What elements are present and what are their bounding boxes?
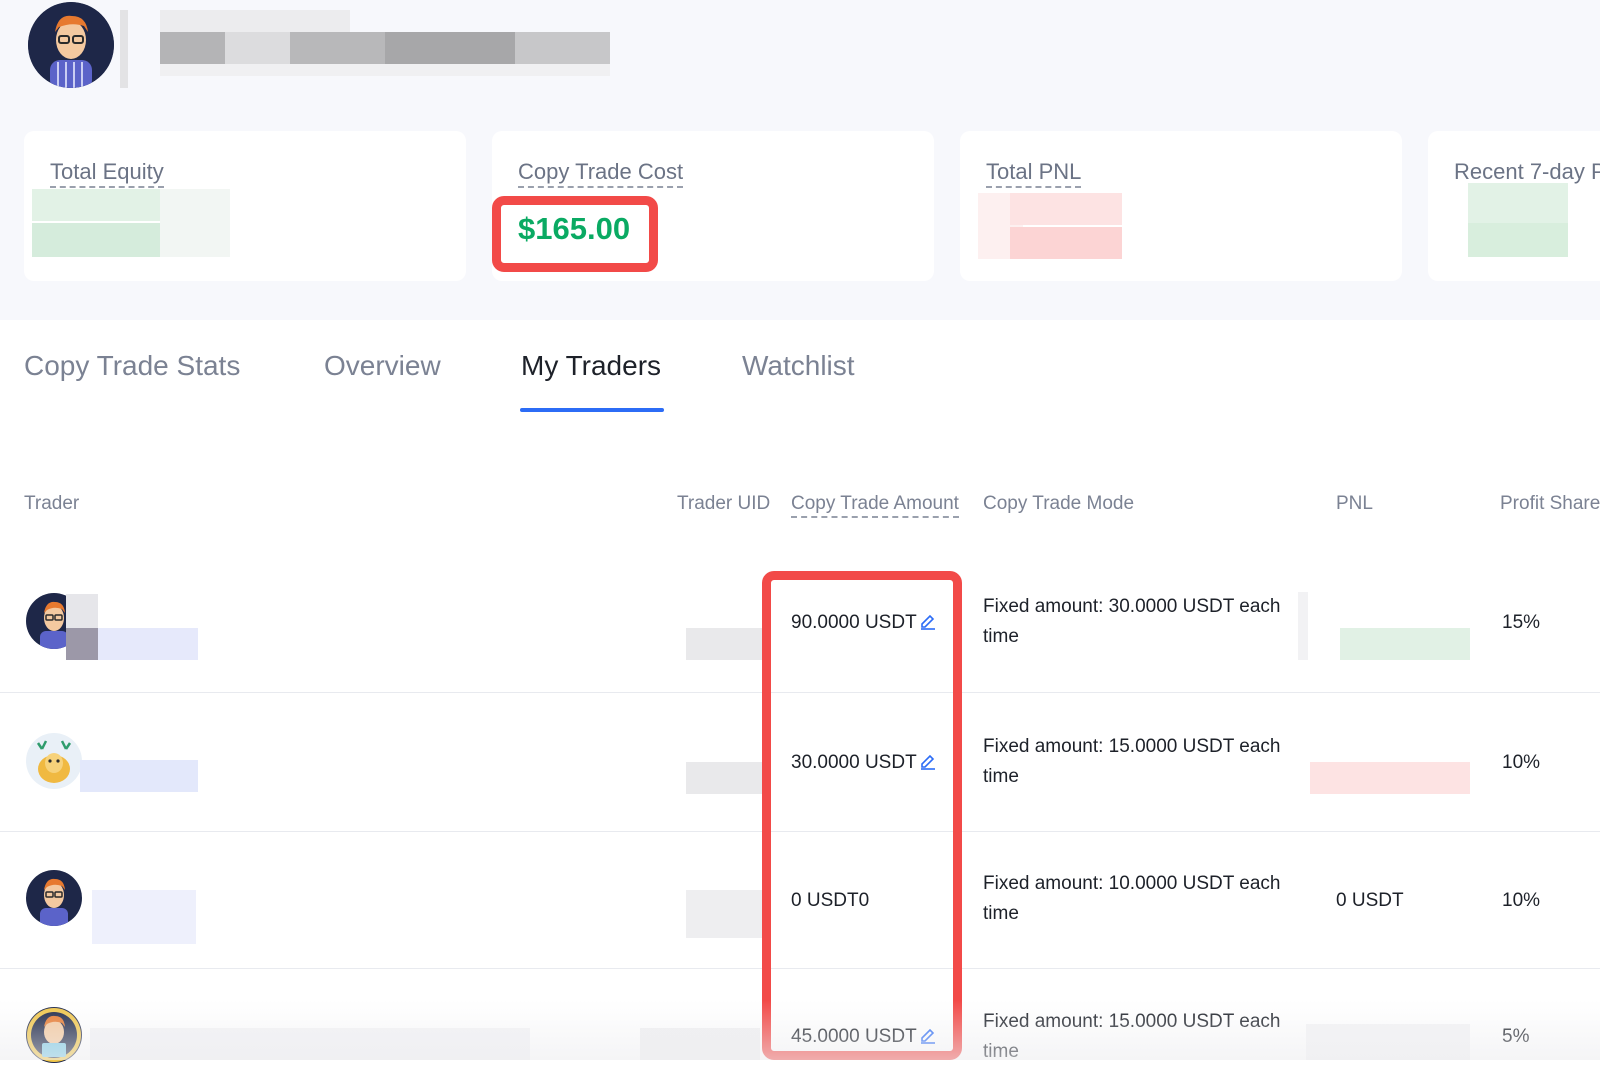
account-header: Total Equity Copy Trade Cost $165.00 Tot… — [0, 0, 1600, 320]
masked-value — [32, 189, 160, 221]
active-tab-indicator — [520, 408, 664, 412]
avatar[interactable] — [28, 2, 114, 88]
copy-trade-mode: Fixed amount: 30.0000 USDT each time — [983, 596, 1281, 647]
copy-trade-mode: Fixed amount: 15.0000 USDT each time — [983, 736, 1281, 787]
masked-trader-uid — [686, 890, 762, 938]
card-label[interactable]: Total Equity — [50, 159, 164, 188]
masked-value — [1468, 223, 1568, 257]
tab-my-traders[interactable]: My Traders — [521, 350, 661, 382]
masked-trader-name — [90, 1028, 530, 1060]
highlight-box — [762, 571, 962, 1060]
tab-watchlist[interactable]: Watchlist — [742, 350, 855, 382]
masked-trader-name — [92, 890, 196, 944]
tab-bar: Copy Trade Stats Overview My Traders Wat… — [0, 340, 1600, 420]
masked-value — [160, 189, 230, 257]
masked-pnl — [1340, 628, 1470, 660]
card-label[interactable]: Total PNL — [986, 159, 1082, 188]
masked-trader-name — [80, 760, 198, 792]
masked-account-name — [120, 10, 650, 90]
masked-trader-name — [66, 628, 98, 660]
avatar[interactable] — [26, 733, 82, 789]
masked-trader-name — [98, 628, 198, 660]
masked-trader-uid — [686, 762, 768, 794]
profit-share: 10% — [1502, 890, 1541, 911]
copy-trade-mode: Fixed amount: 10.0000 USDT each time — [983, 873, 1281, 924]
masked-value — [1010, 193, 1122, 225]
masked-pnl — [1306, 1024, 1470, 1060]
masked-pnl — [1310, 762, 1470, 794]
pnl-value: 0 USDT — [1336, 890, 1404, 911]
tab-copy-trade-stats[interactable]: Copy Trade Stats — [24, 350, 240, 382]
profit-share: 10% — [1502, 752, 1541, 773]
card-total-equity: Total Equity — [24, 131, 466, 281]
header-copy-trade-amount[interactable]: Copy Trade Amount — [791, 493, 959, 518]
highlight-box — [492, 196, 658, 272]
avatar[interactable] — [26, 870, 82, 926]
masked-value — [1468, 183, 1568, 223]
avatar[interactable] — [26, 1007, 82, 1063]
masked-pnl — [1298, 592, 1308, 660]
copy-trade-mode: Fixed amount: 15.0000 USDT each time — [983, 1011, 1281, 1062]
masked-value — [32, 223, 160, 257]
card-total-pnl: Total PNL — [960, 131, 1402, 281]
card-recent-7-day: Recent 7-day P — [1428, 131, 1600, 281]
header-profit-share: Profit Share — [1500, 493, 1600, 514]
header-trader-uid: Trader UID — [677, 493, 771, 514]
masked-trader-name — [66, 594, 98, 628]
profit-share: 15% — [1502, 612, 1541, 633]
header-trader: Trader — [24, 493, 80, 514]
tab-overview[interactable]: Overview — [324, 350, 441, 382]
card-label[interactable]: Recent 7-day P — [1454, 159, 1600, 186]
card-label[interactable]: Copy Trade Cost — [518, 159, 684, 188]
masked-value — [1010, 227, 1122, 259]
masked-trader-uid — [686, 628, 762, 660]
header-pnl: PNL — [1336, 493, 1373, 514]
profit-share: 5% — [1502, 1026, 1530, 1047]
header-copy-trade-mode: Copy Trade Mode — [983, 493, 1135, 514]
masked-trader-uid — [640, 1028, 760, 1060]
